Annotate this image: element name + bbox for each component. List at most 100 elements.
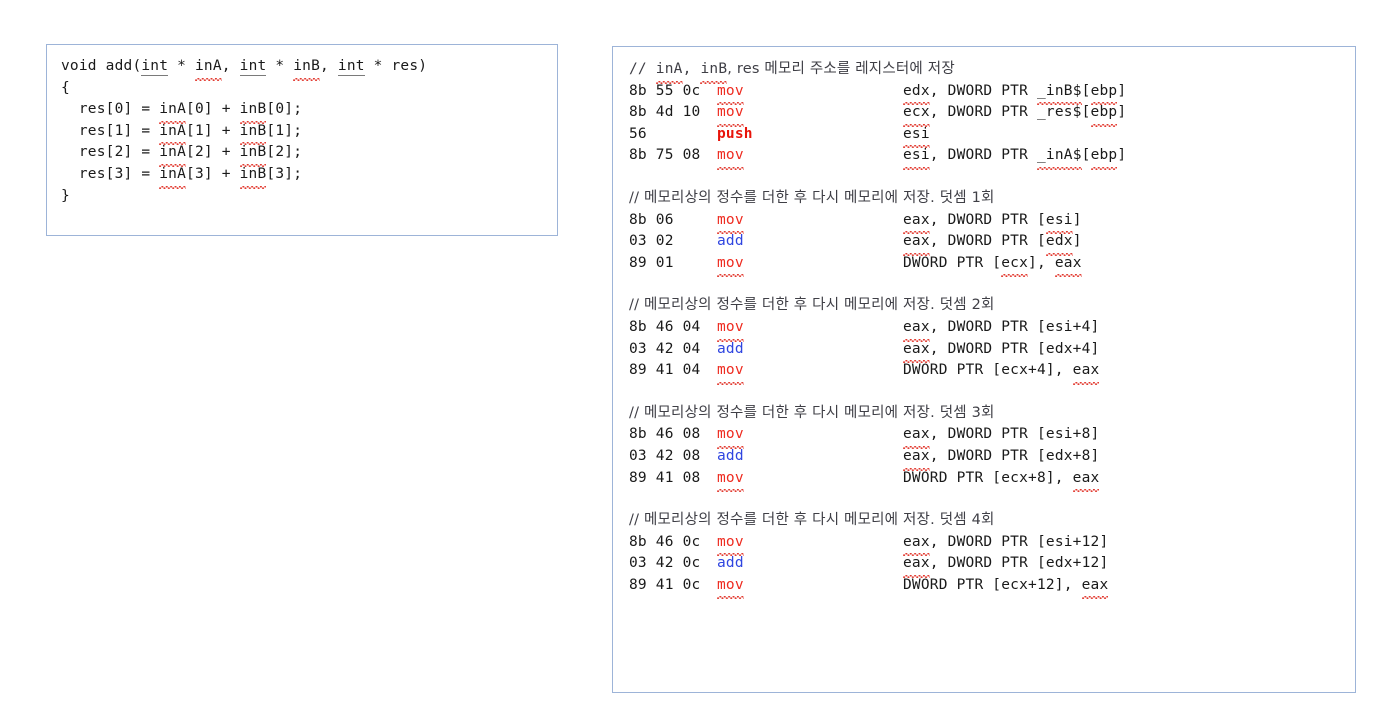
operand-spellcheck-token: eax [903, 231, 930, 256]
instruction-mnemonic: mov [717, 252, 903, 275]
operand-text: , DWORD PTR [esi+8] [929, 426, 1100, 443]
instruction-operands: esi, DWORD PTR _inA$[ebp] [903, 145, 1355, 167]
instruction-operands: DWORD PTR [ecx+8], eax [903, 467, 1355, 493]
instruction-mnemonic: add [717, 231, 903, 253]
instruction-bytes: 03 42 08 [629, 447, 701, 464]
operand-spellcheck-token: eax [1072, 360, 1100, 385]
operand-text: , DWORD PTR [edx+12] [929, 555, 1109, 572]
instruction-mnemonic: mov [717, 102, 903, 124]
c-source-text: , [221, 58, 240, 74]
comment-text: // 메모리상의 정수를 더한 후 다시 메모리에 저장. 덧셈 4회 [629, 512, 995, 529]
operand-spellcheck-token: eax [1072, 467, 1100, 493]
c-source-text: res[3] = [61, 165, 160, 182]
mnemonic-token: mov [717, 102, 744, 127]
comment-spellcheck-token: inA [655, 59, 683, 84]
instruction-operands: esi [903, 123, 1355, 146]
instruction-mnemonic: push [717, 124, 903, 146]
c-source-line: res[1] = inA[1] + inB[1]; [61, 120, 557, 143]
instruction-mnemonic: mov [717, 574, 903, 600]
c-source-line: } [61, 186, 557, 208]
operand-text: [ [1081, 147, 1091, 164]
c-source-text: * res) [364, 58, 428, 74]
operand-spellcheck-token: ebp [1090, 102, 1118, 127]
instruction-mnemonic: mov [717, 531, 903, 557]
instruction-mnemonic: mov [717, 467, 903, 493]
operand-text: DWORD PTR [ecx+12], [903, 576, 1082, 593]
comment-text: // 메모리상의 정수를 더한 후 다시 메모리에 저장. 덧셈 3회 [629, 404, 995, 421]
mnemonic-token: mov [717, 360, 744, 385]
comment-text: // 메모리상의 정수를 더한 후 다시 메모리에 저장. 덧셈 2회 [629, 297, 995, 314]
assembly-comment-line: // 메모리상의 정수를 더한 후 다시 메모리에 저장. 덧셈 1회 [629, 188, 1355, 210]
assembly-listing-panel: // inA, inB, res 메모리 주소를 레지스터에 저장 8b 55 0… [612, 46, 1356, 693]
c-source-text: res[2] = [61, 144, 160, 161]
c-source-keyword-token: int [239, 58, 267, 76]
instruction-operands: eax, DWORD PTR [esi+12] [903, 531, 1355, 554]
operand-spellcheck-token: eax [1054, 252, 1082, 278]
assembly-instruction-row: 89 01 mov DWORD PTR [ecx], eax [629, 252, 1355, 278]
operand-text: DWORD PTR [ecx+8], [903, 469, 1073, 486]
instruction-mnemonic: mov [717, 424, 903, 446]
operand-text: , DWORD PTR [ [929, 211, 1046, 228]
instruction-operands: DWORD PTR [ecx+12], eax [903, 574, 1355, 600]
instruction-bytes: 89 41 0c [629, 576, 701, 593]
mnemonic-token: mov [717, 531, 744, 557]
mnemonic-token: mov [717, 467, 744, 493]
instruction-bytes: 89 01 [629, 254, 674, 271]
instruction-bytes: 8b 46 0c [629, 533, 701, 550]
instruction-bytes: 8b 06 [629, 211, 674, 228]
c-source-text: * [266, 58, 294, 74]
c-source-text: , [320, 58, 338, 74]
operand-spellcheck-token: eax [1081, 574, 1109, 600]
comment-text: , [682, 61, 701, 77]
operand-spellcheck-token: esi [903, 145, 930, 170]
instruction-mnemonic: mov [717, 209, 903, 232]
operand-text: DWORD PTR [ecx+4], [903, 362, 1073, 379]
instruction-mnemonic: add [717, 553, 903, 575]
c-source-text: [1] + [186, 122, 240, 139]
c-source-text: [3] + [186, 165, 240, 182]
c-source-code-panel: void add(int * inA, int * inB, int * res… [46, 44, 558, 236]
operand-text: , DWORD PTR [929, 82, 1037, 99]
assembly-instruction-row: 8b 75 08 mov esi, DWORD PTR _inA$[ebp] [629, 145, 1355, 167]
assembly-instruction-row: 8b 06 mov eax, DWORD PTR [esi] [629, 209, 1355, 232]
mnemonic-token: mov [717, 316, 744, 342]
instruction-operands: eax, DWORD PTR [edx+8] [903, 445, 1355, 468]
instruction-mnemonic: mov [717, 80, 903, 103]
assembly-instruction-row: 8b 46 04 mov eax, DWORD PTR [esi+4] [629, 316, 1355, 342]
c-source-text: [3]; [266, 165, 303, 182]
instruction-bytes: 8b 4d 10 [629, 104, 701, 121]
c-source-line: res[0] = inA[0] + inB[0]; [61, 99, 557, 121]
c-source-text: } [61, 187, 70, 204]
mnemonic-token: add [717, 555, 744, 572]
c-source-text: [2]; [266, 144, 303, 161]
operand-text: ] [1117, 147, 1127, 164]
mnemonic-token: mov [717, 574, 744, 600]
c-source-text: [2] + [186, 144, 240, 161]
operand-text: ] [1117, 104, 1127, 121]
c-source-spellcheck-token: inA [194, 56, 222, 81]
c-source-keyword-token: int [337, 58, 365, 76]
operand-text: , DWORD PTR _res$ [929, 104, 1082, 121]
instruction-mnemonic: mov [717, 145, 903, 167]
operand-spellcheck-token: eax [903, 553, 930, 578]
assembly-comment-line: // 메모리상의 정수를 더한 후 다시 메모리에 저장. 덧셈 4회 [629, 510, 1355, 532]
operand-text: ] [1117, 82, 1127, 99]
operand-text: [ [1081, 104, 1091, 121]
operand-text: , DWORD PTR [esi+4] [929, 318, 1100, 335]
c-source-text: res[1] = [61, 122, 160, 139]
operand-text: , DWORD PTR [edx+8] [929, 447, 1100, 464]
c-source-text: res[0] = [61, 101, 160, 118]
mnemonic-token: push [717, 125, 753, 142]
c-source-line: res[2] = inA[2] + inB[2]; [61, 142, 557, 164]
instruction-mnemonic: mov [717, 360, 903, 382]
instruction-mnemonic: add [717, 339, 903, 361]
assembly-instruction-row: 8b 46 08 mov eax, DWORD PTR [esi+8] [629, 424, 1355, 446]
operand-text: , DWORD PTR [ [929, 233, 1046, 250]
c-source-spellcheck-token: inB [239, 163, 267, 189]
assembly-comment-line: // 메모리상의 정수를 더한 후 다시 메모리에 저장. 덧셈 3회 [629, 403, 1355, 425]
instruction-operands: eax, DWORD PTR [edx+12] [903, 553, 1355, 575]
operand-spellcheck-token: ecx [1001, 252, 1029, 278]
comment-text: , res 메모리 주소를 레지스터에 저장 [727, 61, 955, 77]
instruction-bytes: 03 42 0c [629, 555, 701, 572]
assembly-instruction-row: 89 41 0c mov DWORD PTR [ecx+12], eax [629, 574, 1355, 600]
